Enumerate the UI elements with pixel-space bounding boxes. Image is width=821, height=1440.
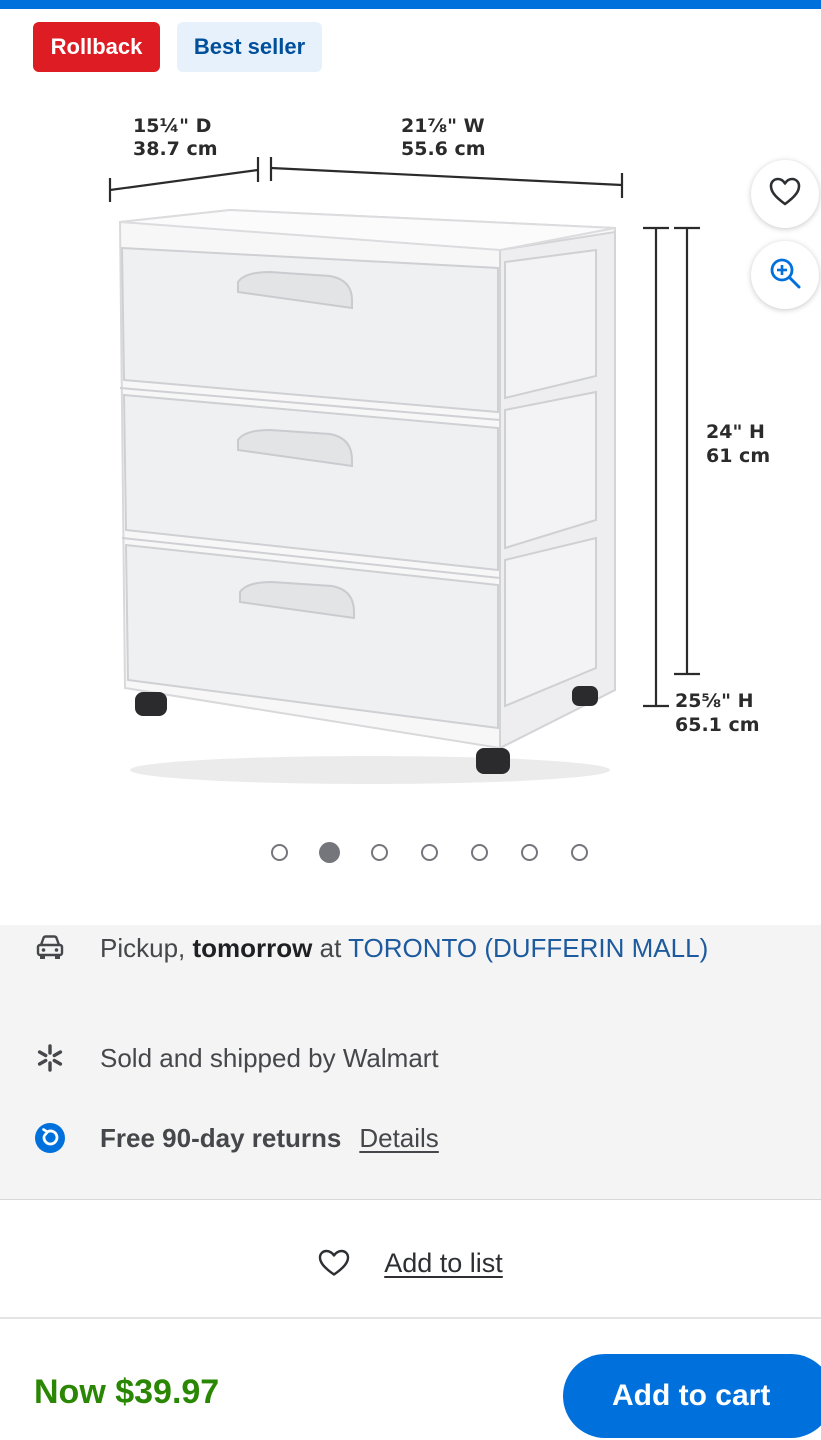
seller-text: Sold and shipped by Walmart [100, 1042, 439, 1073]
heart-icon [769, 177, 801, 212]
carousel-dot[interactable] [471, 843, 488, 861]
height-inches: 24" H [706, 421, 765, 443]
height-cm: 61 cm [706, 445, 770, 467]
zoom-in-icon [768, 256, 802, 295]
returns-label: Free 90-day returns [100, 1122, 342, 1153]
heart-outline-icon [318, 1249, 350, 1277]
rollback-badge: Rollback [33, 22, 160, 72]
width-cm: 55.6 cm [401, 138, 486, 160]
price: Now $39.97 [34, 1373, 220, 1411]
returns-icon [33, 1121, 67, 1155]
depth-cm: 38.7 cm [133, 138, 218, 160]
pickup-store-link[interactable]: TORONTO (DUFFERIN MALL) [348, 933, 708, 963]
car-icon [33, 931, 67, 965]
seller-row: Sold and shipped by Walmart [0, 1036, 821, 1080]
pickup-text: Pickup, tomorrow at TORONTO (DUFFERIN MA… [100, 933, 708, 964]
carousel-dot[interactable] [521, 843, 538, 861]
carousel-pagination[interactable] [271, 841, 588, 863]
total-height-cm: 65.1 cm [675, 714, 760, 736]
favorite-button[interactable] [751, 160, 819, 228]
rollback-label: Rollback [50, 34, 143, 59]
zoom-button[interactable] [751, 241, 819, 309]
carousel-dot[interactable] [421, 843, 438, 861]
carousel-dot[interactable] [571, 843, 588, 861]
add-to-list-button[interactable]: Add to list [0, 1230, 821, 1296]
total-height-inches: 25⅝" H [675, 690, 754, 712]
best-seller-label: Best seller [193, 34, 306, 59]
pickup-row[interactable]: Pickup, tomorrow at TORONTO (DUFFERIN MA… [0, 925, 821, 971]
drawer-cart [118, 208, 616, 784]
best-seller-badge: Best seller [177, 22, 322, 72]
product-image[interactable]: 15¼" D 38.7 cm 21⅞" W 55.6 cm 24" H 61 c… [0, 100, 821, 800]
walmart-spark-icon [33, 1041, 67, 1075]
top-accent-bar [0, 0, 821, 9]
pickup-when: tomorrow [192, 932, 313, 963]
returns-text: Free 90-day returns Details [100, 1123, 439, 1154]
carousel-dot[interactable] [271, 843, 288, 861]
pickup-at: at [312, 932, 349, 963]
add-to-list-label: Add to list [384, 1247, 503, 1278]
returns-row: Free 90-day returns Details [0, 1116, 821, 1160]
pickup-prefix: Pickup, [100, 932, 193, 963]
carousel-dot[interactable] [371, 843, 388, 861]
width-inches: 21⅞" W [401, 115, 485, 137]
add-to-cart-label: Add to cart [612, 1379, 771, 1412]
add-to-cart-button[interactable]: Add to cart [563, 1354, 821, 1438]
divider [0, 1317, 821, 1319]
returns-details-link[interactable]: Details [359, 1123, 438, 1153]
depth-inches: 15¼" D [133, 115, 211, 137]
carousel-dot[interactable] [319, 841, 340, 863]
